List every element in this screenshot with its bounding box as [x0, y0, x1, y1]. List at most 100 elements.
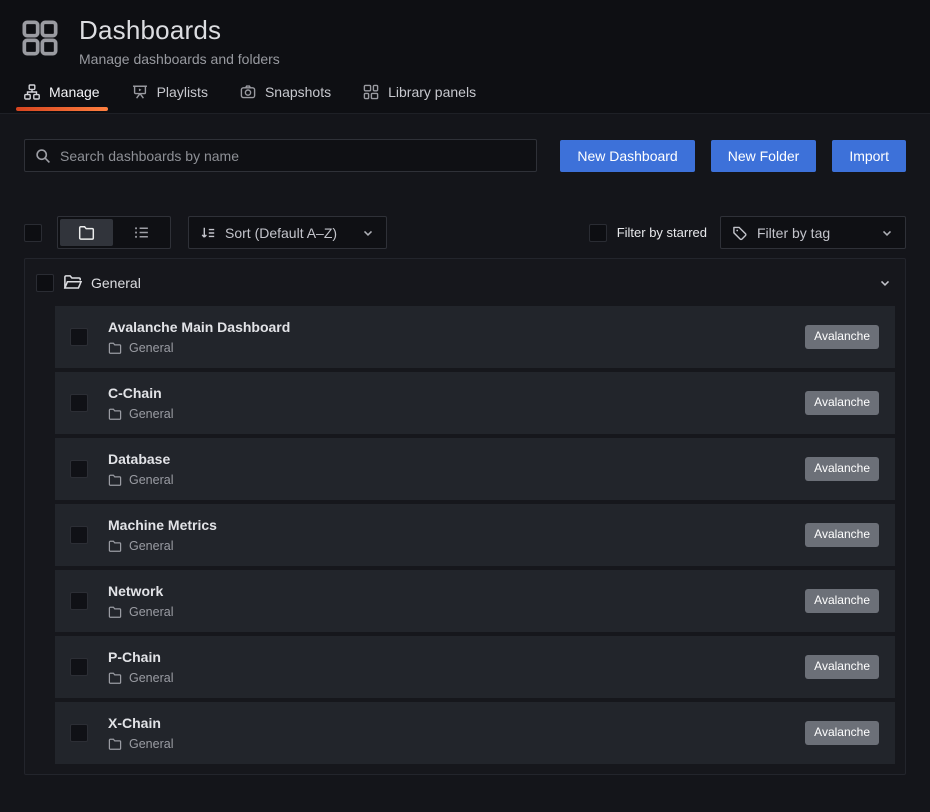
folder-icon	[78, 224, 95, 241]
dashboard-title: Network	[108, 583, 173, 599]
tab-label: Snapshots	[265, 84, 331, 100]
search-box	[24, 139, 537, 172]
page-subtitle: Manage dashboards and folders	[79, 51, 280, 67]
dashboard-folder: General	[108, 473, 173, 487]
controls-row: Sort (Default A–Z) Filter by starred Fil…	[24, 216, 906, 249]
page-header: Dashboards Manage dashboards and folders…	[0, 0, 930, 114]
folder-view-toggle[interactable]	[60, 219, 113, 246]
dashboard-list: Avalanche Main Dashboard General Avalanc…	[25, 306, 905, 774]
row-text: Machine Metrics General	[108, 517, 217, 553]
folder-icon	[108, 605, 122, 619]
folder-name: General	[91, 275, 141, 291]
dashboard-folder: General	[108, 341, 290, 355]
dashboard-row[interactable]: P-Chain General Avalanche	[55, 636, 895, 698]
dashboard-title: P-Chain	[108, 649, 173, 665]
page-header-top: Dashboards Manage dashboards and folders	[0, 0, 930, 75]
sort-icon	[200, 225, 216, 241]
dashboard-folder-label: General	[129, 671, 173, 685]
dashboard-title: C-Chain	[108, 385, 173, 401]
dashboard-title: Avalanche Main Dashboard	[108, 319, 290, 335]
sitemap-icon	[24, 84, 40, 100]
sort-select[interactable]: Sort (Default A–Z)	[188, 216, 387, 249]
tag-badge[interactable]: Avalanche	[805, 523, 879, 547]
row-text: P-Chain General	[108, 649, 173, 685]
folder-icon	[108, 341, 122, 355]
search-row: New Dashboard New Folder Import	[24, 139, 906, 172]
row-checkbox[interactable]	[70, 526, 88, 544]
chevron-down-icon[interactable]	[878, 276, 892, 290]
filter-starred-checkbox[interactable]	[589, 224, 607, 242]
dashboard-row[interactable]: Machine Metrics General Avalanche	[55, 504, 895, 566]
dashboard-folder: General	[108, 539, 217, 553]
tag-icon	[732, 225, 748, 241]
tab-label: Playlists	[157, 84, 208, 100]
dashboard-row[interactable]: Database General Avalanche	[55, 438, 895, 500]
folder-open-icon	[63, 273, 82, 292]
row-text: C-Chain General	[108, 385, 173, 421]
tag-badge[interactable]: Avalanche	[805, 457, 879, 481]
apps-icon	[20, 18, 60, 58]
dashboard-row[interactable]: Avalanche Main Dashboard General Avalanc…	[55, 306, 895, 368]
tag-badge[interactable]: Avalanche	[805, 655, 879, 679]
list-view-toggle[interactable]	[115, 219, 168, 246]
dashboard-folder: General	[108, 737, 173, 751]
dashboard-folder: General	[108, 605, 173, 619]
row-text: X-Chain General	[108, 715, 173, 751]
new-folder-button[interactable]: New Folder	[711, 140, 817, 172]
search-input[interactable]	[60, 148, 526, 164]
list-icon	[133, 224, 150, 241]
folder-icon	[108, 671, 122, 685]
presentation-play-icon	[132, 84, 148, 100]
tab-manage[interactable]: Manage	[14, 75, 110, 113]
dashboard-row[interactable]: C-Chain General Avalanche	[55, 372, 895, 434]
dashboard-folder-label: General	[129, 407, 173, 421]
new-dashboard-button[interactable]: New Dashboard	[560, 140, 694, 172]
chevron-down-icon	[361, 226, 375, 240]
row-checkbox[interactable]	[70, 724, 88, 742]
select-all-checkbox[interactable]	[24, 224, 42, 242]
row-checkbox[interactable]	[70, 658, 88, 676]
library-panel-icon	[363, 84, 379, 100]
dashboard-folder-label: General	[129, 605, 173, 619]
row-checkbox[interactable]	[70, 394, 88, 412]
view-toggle-group	[57, 216, 171, 249]
row-checkbox[interactable]	[70, 460, 88, 478]
filter-tag-value: Filter by tag	[757, 225, 830, 241]
page-title: Dashboards	[79, 15, 280, 46]
folder-checkbox[interactable]	[36, 274, 54, 292]
tag-badge[interactable]: Avalanche	[805, 391, 879, 415]
dashboard-folder: General	[108, 407, 173, 421]
tab-label: Library panels	[388, 84, 476, 100]
tab-library-panels[interactable]: Library panels	[353, 75, 486, 113]
sort-select-value: Sort (Default A–Z)	[225, 225, 337, 241]
filter-tag-select[interactable]: Filter by tag	[720, 216, 906, 249]
row-text: Avalanche Main Dashboard General	[108, 319, 290, 355]
folder-icon	[108, 407, 122, 421]
tab-snapshots[interactable]: Snapshots	[230, 75, 341, 113]
folder-icon	[108, 473, 122, 487]
tab-bar: Manage Playlists Snapshots	[0, 75, 930, 114]
tag-badge[interactable]: Avalanche	[805, 721, 879, 745]
filter-starred-label: Filter by starred	[617, 225, 707, 240]
dashboard-folder-label: General	[129, 341, 173, 355]
dashboard-folder-label: General	[129, 737, 173, 751]
dashboard-folder: General	[108, 671, 173, 685]
tag-badge[interactable]: Avalanche	[805, 325, 879, 349]
chevron-down-icon	[880, 226, 894, 240]
row-text: Database General	[108, 451, 173, 487]
content: New Dashboard New Folder Import	[0, 114, 930, 775]
tag-badge[interactable]: Avalanche	[805, 589, 879, 613]
dashboard-folder-label: General	[129, 473, 173, 487]
folder-icon	[108, 539, 122, 553]
search-icon	[35, 148, 51, 164]
folder-header[interactable]: General	[25, 259, 905, 306]
tab-playlists[interactable]: Playlists	[122, 75, 218, 113]
dashboard-row[interactable]: X-Chain General Avalanche	[55, 702, 895, 764]
camera-icon	[240, 84, 256, 100]
row-checkbox[interactable]	[70, 328, 88, 346]
dashboard-row[interactable]: Network General Avalanche	[55, 570, 895, 632]
dashboard-title: X-Chain	[108, 715, 173, 731]
row-checkbox[interactable]	[70, 592, 88, 610]
dashboard-title: Machine Metrics	[108, 517, 217, 533]
import-button[interactable]: Import	[832, 140, 906, 172]
